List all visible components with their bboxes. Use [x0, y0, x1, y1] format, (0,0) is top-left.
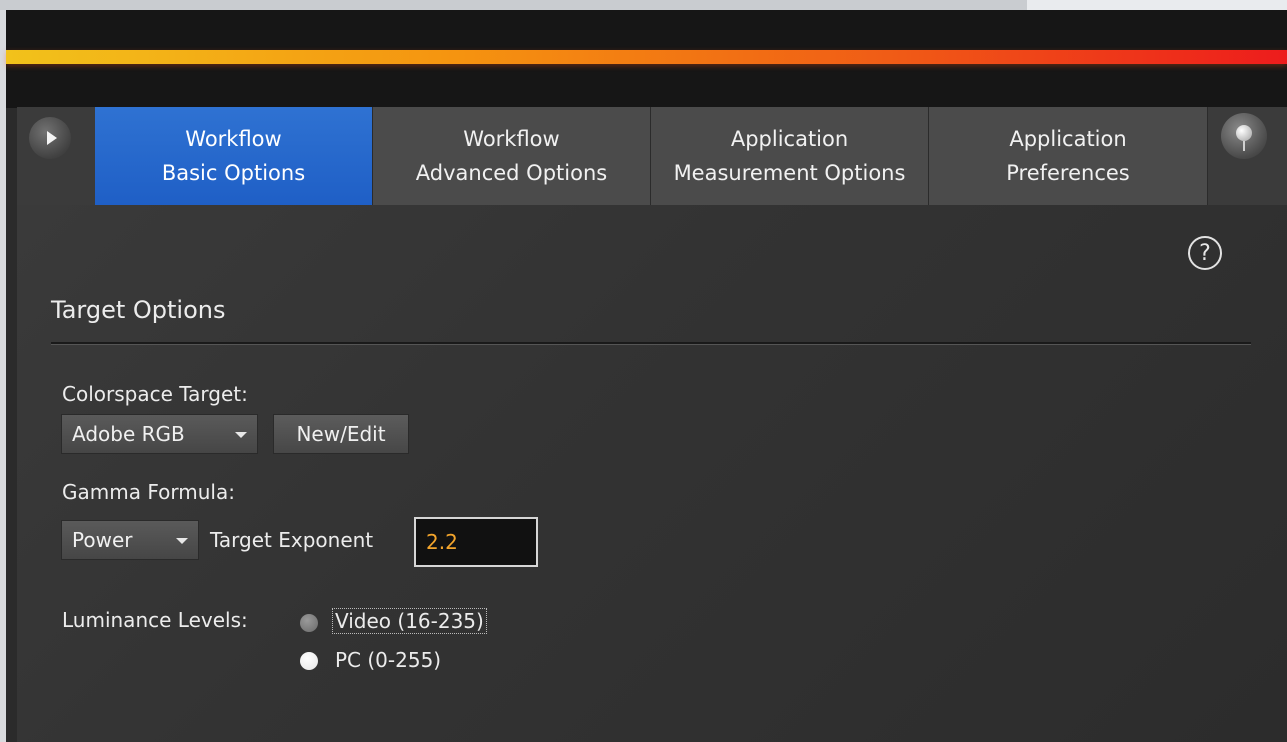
target-exponent-label: Target Exponent	[210, 528, 374, 552]
tab-application-preferences[interactable]: Application Preferences	[929, 107, 1208, 205]
colorspace-selected-value: Adobe RGB	[72, 422, 185, 446]
tab-label-line1: Workflow	[463, 127, 560, 151]
help-button[interactable]: ?	[1188, 236, 1222, 270]
tab-label-line2: Preferences	[1006, 161, 1130, 185]
pin-icon-needle	[1243, 141, 1245, 151]
tab-label-line2: Measurement Options	[673, 161, 906, 185]
window-top-border	[0, 0, 1287, 10]
chevron-down-icon	[176, 538, 188, 544]
tab-label-line1: Workflow	[185, 127, 282, 151]
tab-label-line2: Advanced Options	[415, 161, 608, 185]
tab-label-line1: Application	[1009, 127, 1127, 151]
tab-label-line2: Basic Options	[161, 161, 306, 185]
tab-application-measurement-options[interactable]: Application Measurement Options	[651, 107, 929, 205]
window-top-border-light	[1027, 0, 1287, 10]
luminance-levels-label: Luminance Levels:	[62, 608, 248, 632]
tab-label-line1: Application	[730, 127, 849, 151]
gamma-formula-select[interactable]: Power	[61, 520, 199, 560]
colorspace-target-label: Colorspace Target:	[62, 382, 248, 406]
window-left-edge	[0, 10, 6, 742]
radio-pc-levels-label[interactable]: PC (0-255)	[335, 648, 441, 672]
gamma-selected-value: Power	[72, 528, 133, 552]
question-icon: ?	[1199, 240, 1211, 266]
options-panel	[17, 205, 1287, 742]
play-icon	[46, 131, 57, 145]
gamma-formula-label: Gamma Formula:	[62, 480, 235, 504]
brand-color-stripe	[6, 50, 1287, 64]
colorspace-target-select[interactable]: Adobe RGB	[61, 414, 258, 454]
pin-icon	[1236, 125, 1252, 141]
radio-video-levels[interactable]	[300, 614, 318, 632]
radio-video-levels-label[interactable]: Video (16-235)	[332, 608, 487, 634]
section-divider	[51, 342, 1251, 345]
tab-workflow-basic-options[interactable]: Workflow Basic Options	[95, 107, 373, 205]
target-exponent-input[interactable]	[414, 517, 538, 567]
expand-play-button[interactable]	[29, 117, 71, 159]
new-edit-button[interactable]: New/Edit	[273, 414, 409, 454]
radio-pc-levels[interactable]	[300, 652, 318, 670]
chevron-down-icon	[235, 432, 247, 438]
pin-button[interactable]	[1221, 113, 1267, 159]
app-header-bar	[6, 10, 1287, 108]
tab-workflow-advanced-options[interactable]: Workflow Advanced Options	[373, 107, 651, 205]
section-title: Target Options	[51, 296, 226, 324]
